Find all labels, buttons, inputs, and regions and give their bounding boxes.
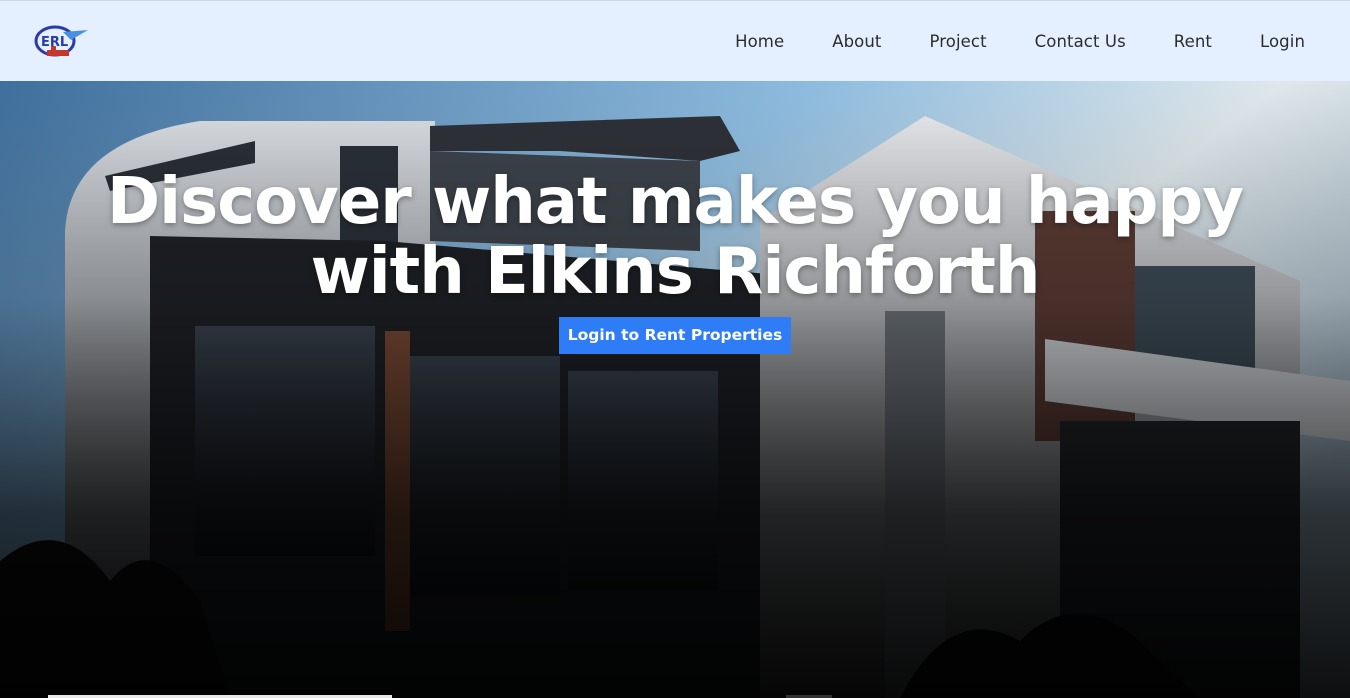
login-to-rent-button[interactable]: Login to Rent Properties [558, 317, 792, 354]
nav-contact-us[interactable]: Contact Us [1035, 32, 1126, 51]
brand-logo[interactable]: ERL [33, 24, 89, 60]
hero-title-line-1: Discover what makes you happy [107, 165, 1244, 239]
nav-login[interactable]: Login [1260, 32, 1305, 51]
top-navbar: ERL Home About Project Contact Us Rent L… [0, 0, 1350, 81]
logo-lettering: ERL [41, 35, 68, 50]
hero-title-line-2: with Elkins Richforth [310, 235, 1041, 309]
nav-home[interactable]: Home [735, 32, 784, 51]
nav-rent[interactable]: Rent [1174, 32, 1212, 51]
nav-project[interactable]: Project [930, 32, 987, 51]
erl-logo-icon: ERL [34, 25, 88, 57]
nav-about[interactable]: About [832, 32, 881, 51]
hero-section: Discover what makes you happy with Elkin… [0, 81, 1350, 698]
hero-title: Discover what makes you happy with Elkin… [0, 167, 1350, 307]
main-nav: Home About Project Contact Us Rent Login [687, 32, 1305, 51]
hero-content: Discover what makes you happy with Elkin… [0, 167, 1350, 354]
